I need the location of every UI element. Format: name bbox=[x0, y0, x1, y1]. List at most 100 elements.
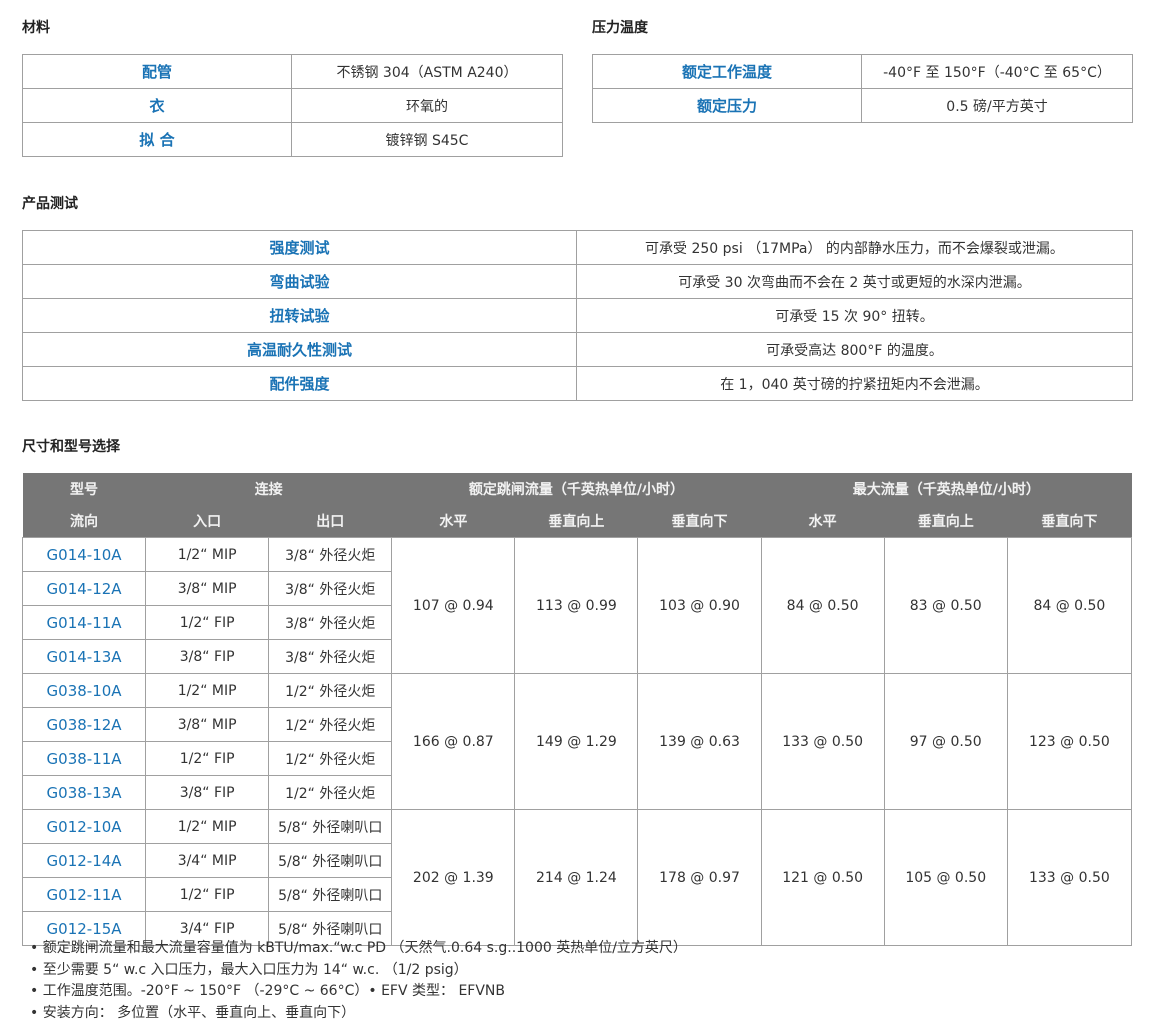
material-label: 配管 bbox=[22, 54, 292, 89]
flow-cell-max-down: 133 @ 0.50 bbox=[1006, 809, 1133, 946]
flow-cell-rated-up: 214 @ 1.24 bbox=[514, 809, 639, 946]
note-item: 至少需要 5“ w.c 入口压力，最大入口压力为 14“ w.c. （1/2 p… bbox=[30, 960, 687, 982]
header-max-flow: 最大流量（千英热单位/小时） bbox=[761, 473, 1132, 505]
header-max-vertical-down: 垂直向下 bbox=[1007, 505, 1132, 538]
flow-cell-rated-h: 166 @ 0.87 bbox=[391, 673, 516, 810]
flow-cell-rated-h: 202 @ 1.39 bbox=[391, 809, 516, 946]
flow-cell-max-up: 83 @ 0.50 bbox=[883, 537, 1008, 674]
material-label: 衣 bbox=[22, 88, 292, 123]
material-value: 不锈钢 304（ASTM A240） bbox=[291, 54, 563, 89]
material-value: 环氧的 bbox=[291, 88, 563, 123]
size-model-title: 尺寸和型号选择 bbox=[22, 439, 120, 455]
pressure-temp-title: 压力温度 bbox=[592, 20, 648, 36]
outlet-cell: 3/8“ 外径火炬 bbox=[268, 571, 393, 606]
flow-cell-max-up: 105 @ 0.50 bbox=[883, 809, 1008, 946]
pressure-temp-row: 额定工作温度 -40°F 至 150°F（-40°C 至 65°C） bbox=[592, 54, 1133, 89]
flow-cell-rated-down: 103 @ 0.90 bbox=[637, 537, 762, 674]
inlet-cell: 1/2“ MIP bbox=[145, 809, 270, 844]
table-row: G014-10A 1/2“ MIP 3/8“ 外径火炬 107 @ 0.94 113 @… bbox=[21, 537, 1133, 674]
test-row: 配件强度在 1，040 英寸磅的拧紧扭矩内不会泄漏。 bbox=[22, 366, 1133, 401]
model-cell: G014-12A bbox=[21, 571, 147, 606]
flow-cell-rated-down: 178 @ 0.97 bbox=[637, 809, 762, 946]
test-label: 强度测试 bbox=[22, 230, 577, 265]
model-cell: G014-13A bbox=[21, 639, 147, 674]
flow-cell-rated-h: 107 @ 0.94 bbox=[391, 537, 516, 674]
model-cell: G038-10A bbox=[21, 673, 147, 708]
material-row: 衣环氧的 bbox=[22, 88, 563, 123]
outlet-cell: 3/8“ 外径火炬 bbox=[268, 639, 393, 674]
note-item: 工作温度范围。-20°F ~ 150°F （-29°C ~ 66°C）• EFV… bbox=[30, 981, 687, 1003]
test-row: 高温耐久性测试 可承受高达 800°F 的温度。 bbox=[22, 332, 1133, 367]
model-cell: G014-10A bbox=[21, 537, 147, 572]
flow-cell-max-down: 123 @ 0.50 bbox=[1006, 673, 1133, 810]
test-row: 强度测试 可承受 250 psi （17MPa） 的内部静水压力，而不会爆裂或泄漏… bbox=[22, 230, 1133, 265]
model-cell: G038-12A bbox=[21, 707, 147, 742]
model-cell: G012-11A bbox=[21, 877, 147, 912]
test-value: 可承受 250 psi （17MPa） 的内部静水压力，而不会爆裂或泄漏。 bbox=[576, 230, 1133, 265]
header-rated-flow: 额定跳闸流量（千英热单位/小时） bbox=[391, 473, 762, 505]
outlet-cell: 1/2“ 外径火炬 bbox=[268, 775, 393, 810]
pressure-temp-row: 额定压力 0.5 磅/平方英寸 bbox=[592, 88, 1133, 123]
test-value: 可承受 15 次 90° 扭转。 bbox=[576, 298, 1133, 333]
note-item: 额定跳闸流量和最大流量容量值为 kBTU/max.“w.c PD （天然气.0.… bbox=[30, 938, 687, 960]
flow-cell-rated-up: 113 @ 0.99 bbox=[514, 537, 639, 674]
header-max-vertical-up: 垂直向上 bbox=[884, 505, 1008, 538]
outlet-cell: 1/2“ 外径火炬 bbox=[268, 741, 393, 776]
inlet-cell: 3/8“ MIP bbox=[145, 571, 270, 606]
flow-cell-rated-down: 139 @ 0.63 bbox=[637, 673, 762, 810]
outlet-cell: 1/2“ 外径火炬 bbox=[268, 707, 393, 742]
outlet-cell: 5/8“ 外径喇叭口 bbox=[268, 843, 393, 878]
header-rated-vertical-down: 垂直向下 bbox=[637, 505, 762, 538]
flow-cell-max-h: 121 @ 0.50 bbox=[760, 809, 885, 946]
material-label: 拟 合 bbox=[22, 122, 292, 157]
header-connection: 连接 bbox=[145, 473, 392, 505]
inlet-cell: 3/4“ MIP bbox=[145, 843, 270, 878]
size-model-table: 型号 连接 额定跳闸流量（千英热单位/小时） 最大流量（千英热单位/小时） 流向… bbox=[21, 473, 1133, 946]
outlet-cell: 3/8“ 外径火炬 bbox=[268, 537, 393, 572]
pressure-temp-label: 额定压力 bbox=[592, 88, 862, 123]
flow-cell-rated-up: 149 @ 1.29 bbox=[514, 673, 639, 810]
material-row: 配管 不锈钢 304（ASTM A240） bbox=[22, 54, 563, 89]
pressure-temp-label: 额定工作温度 bbox=[592, 54, 862, 89]
size-header-row-2: 流向 入口 出口 水平 垂直向上 垂直向下 水平 垂直向上 垂直向下 bbox=[22, 505, 1132, 538]
inlet-cell: 3/8“ FIP bbox=[145, 775, 270, 810]
model-cell: G014-11A bbox=[21, 605, 147, 640]
product-test-table: 强度测试 可承受 250 psi （17MPa） 的内部静水压力，而不会爆裂或泄漏… bbox=[22, 230, 1133, 401]
table-row: G038-10A 1/2“ MIP 1/2“ 外径火炬 166 @ 0.87 149 @… bbox=[21, 673, 1133, 810]
outlet-cell: 1/2“ 外径火炬 bbox=[268, 673, 393, 708]
flow-cell-max-up: 97 @ 0.50 bbox=[883, 673, 1008, 810]
inlet-cell: 1/2“ FIP bbox=[145, 877, 270, 912]
model-cell: G012-10A bbox=[21, 809, 147, 844]
header-model: 型号 bbox=[22, 473, 146, 505]
flow-cell-max-down: 84 @ 0.50 bbox=[1006, 537, 1133, 674]
test-value: 可承受 30 次弯曲而不会在 2 英寸或更短的水深内泄漏。 bbox=[576, 264, 1133, 299]
pressure-temp-value: -40°F 至 150°F（-40°C 至 65°C） bbox=[861, 54, 1133, 89]
test-row: 扭转试验 可承受 15 次 90° 扭转。 bbox=[22, 298, 1133, 333]
product-test-title: 产品测试 bbox=[22, 196, 78, 212]
material-value: 镀锌钢 S45C bbox=[291, 122, 563, 157]
pressure-temp-value: 0.5 磅/平方英寸 bbox=[861, 88, 1133, 123]
note-item: 安装方向： 多位置（水平、垂直向上、垂直向下） bbox=[30, 1003, 687, 1025]
test-value: 在 1，040 英寸磅的拧紧扭矩内不会泄漏。 bbox=[576, 366, 1133, 401]
header-rated-horizontal: 水平 bbox=[391, 505, 515, 538]
outlet-cell: 3/8“ 外径火炬 bbox=[268, 605, 393, 640]
model-cell: G038-11A bbox=[21, 741, 147, 776]
model-cell: G038-13A bbox=[21, 775, 147, 810]
outlet-cell: 5/8“ 外径喇叭口 bbox=[268, 877, 393, 912]
inlet-cell: 1/2“ FIP bbox=[145, 605, 270, 640]
material-row: 拟 合镀锌钢 S45C bbox=[22, 122, 563, 157]
header-rated-vertical-up: 垂直向上 bbox=[514, 505, 638, 538]
pressure-temp-table: 额定工作温度 -40°F 至 150°F（-40°C 至 65°C） 额定压力 0.5… bbox=[592, 54, 1133, 123]
inlet-cell: 1/2“ FIP bbox=[145, 741, 270, 776]
test-label: 弯曲试验 bbox=[22, 264, 577, 299]
inlet-cell: 1/2“ MIP bbox=[145, 673, 270, 708]
test-label: 扭转试验 bbox=[22, 298, 577, 333]
size-header-row-1: 型号 连接 额定跳闸流量（千英热单位/小时） 最大流量（千英热单位/小时） bbox=[22, 473, 1132, 505]
inlet-cell: 3/8“ FIP bbox=[145, 639, 270, 674]
test-label: 高温耐久性测试 bbox=[22, 332, 577, 367]
inlet-cell: 1/2“ MIP bbox=[145, 537, 270, 572]
header-max-horizontal: 水平 bbox=[761, 505, 885, 538]
test-row: 弯曲试验 可承受 30 次弯曲而不会在 2 英寸或更短的水深内泄漏。 bbox=[22, 264, 1133, 299]
test-label: 配件强度 bbox=[22, 366, 577, 401]
header-flow-direction: 流向 bbox=[22, 505, 146, 538]
